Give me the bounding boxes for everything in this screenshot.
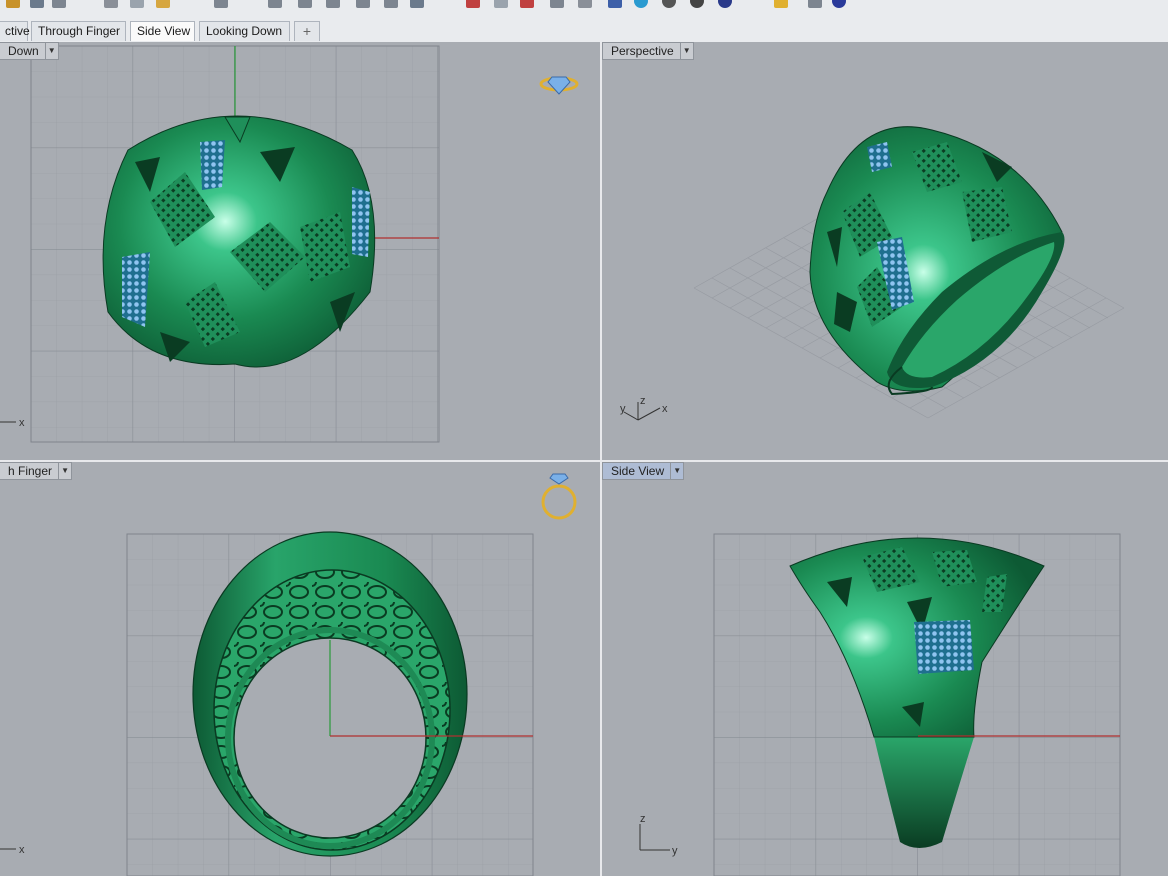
rotate-icon[interactable] xyxy=(268,0,282,8)
viewport-splitter-horizontal[interactable] xyxy=(0,460,1168,462)
viewport-splitter-vertical[interactable] xyxy=(600,42,602,876)
paste-icon[interactable] xyxy=(156,0,170,8)
viewport-through-finger[interactable]: x h Finger ▼ xyxy=(0,462,600,876)
print-icon[interactable] xyxy=(52,0,66,8)
viewport-side-view[interactable]: z y Side View ▼ xyxy=(602,462,1168,876)
save-icon[interactable] xyxy=(30,0,44,8)
svg-text:y: y xyxy=(672,845,678,857)
tab-side-view[interactable]: Side View xyxy=(130,21,195,41)
viewport-canvas: z y xyxy=(639,533,1121,876)
material-icon[interactable] xyxy=(690,0,704,8)
viewport-label-bottom-right[interactable]: Side View ▼ xyxy=(602,462,685,480)
cut-icon[interactable] xyxy=(104,0,118,8)
line-icon[interactable] xyxy=(520,0,534,8)
dropdown-arrow-icon[interactable]: ▼ xyxy=(58,463,71,479)
color-sphere-icon[interactable] xyxy=(634,0,648,8)
folder-icon[interactable] xyxy=(6,0,20,8)
help-icon[interactable] xyxy=(832,0,846,8)
zoom-extents-icon[interactable] xyxy=(356,0,370,8)
viewport-tab-bar: ctive Through Finger Side View Looking D… xyxy=(0,10,1168,43)
tab-looking-down[interactable]: Looking Down xyxy=(199,21,290,41)
dropdown-arrow-icon[interactable]: ▼ xyxy=(679,43,693,59)
svg-text:z: z xyxy=(640,395,646,407)
plus-icon: + xyxy=(302,23,312,39)
x-axis-label: x xyxy=(19,417,25,429)
dimension-icon[interactable] xyxy=(808,0,822,8)
x-axis-label: x xyxy=(19,844,25,856)
environment-icon[interactable] xyxy=(718,0,732,8)
axis-gizmo: z y xyxy=(639,813,678,857)
viewport-canvas: x xyxy=(0,473,577,876)
viewport-perspective[interactable]: x y z Perspective ▼ xyxy=(602,42,1168,460)
render-sphere-icon[interactable] xyxy=(662,0,676,8)
viewport-looking-down[interactable]: x Down ▼ xyxy=(0,42,600,460)
zoom-window-icon[interactable] xyxy=(326,0,340,8)
viewport-label-top-right[interactable]: Perspective ▼ xyxy=(602,42,694,60)
toolbar xyxy=(0,0,1168,10)
dropdown-arrow-icon[interactable]: ▼ xyxy=(670,463,683,479)
svg-text:x: x xyxy=(662,403,668,415)
circle-icon[interactable] xyxy=(494,0,508,8)
zoom-icon[interactable] xyxy=(298,0,312,8)
tab-through-finger[interactable]: Through Finger xyxy=(31,21,126,41)
layer-icon[interactable] xyxy=(608,0,622,8)
svg-text:z: z xyxy=(640,813,646,825)
box-icon[interactable] xyxy=(578,0,592,8)
svg-text:y: y xyxy=(620,403,626,415)
viewport-label-bottom-left[interactable]: h Finger ▼ xyxy=(0,462,73,480)
zoom-selected-icon[interactable] xyxy=(384,0,398,8)
tab-perspective[interactable]: ctive xyxy=(0,21,30,41)
wireframe-icon[interactable] xyxy=(550,0,564,8)
viewport-canvas: x xyxy=(0,45,579,443)
dropdown-arrow-icon[interactable]: ▼ xyxy=(44,43,58,59)
viewport-layout-icon[interactable] xyxy=(410,0,424,8)
ring-front-icon xyxy=(541,473,577,520)
point-icon[interactable] xyxy=(466,0,480,8)
copy-icon[interactable] xyxy=(130,0,144,8)
add-tab-button[interactable]: + xyxy=(294,21,320,41)
viewport-label-top-left[interactable]: Down ▼ xyxy=(0,42,59,60)
axis-gizmo: x y z xyxy=(620,395,668,421)
viewport-canvas: x y z xyxy=(620,126,1125,421)
ring-gem-icon xyxy=(539,76,579,95)
pan-icon[interactable] xyxy=(214,0,228,8)
light-icon[interactable] xyxy=(774,0,788,8)
